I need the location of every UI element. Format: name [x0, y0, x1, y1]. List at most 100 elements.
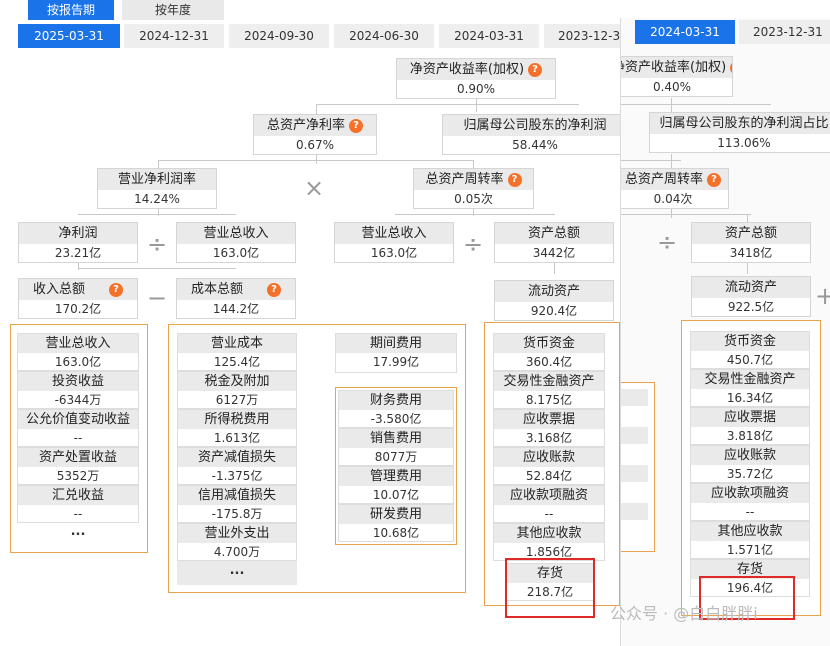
- net-profit-margin-node[interactable]: 营业净利润率 14.24%: [97, 168, 217, 209]
- asset-item-label: 交易性金融资产: [494, 372, 604, 391]
- more-indicator[interactable]: ...: [17, 523, 139, 545]
- net-profit-value: 23.21亿: [54, 246, 102, 260]
- date-tab-2023-12-31[interactable]: 2023-12-31: [739, 20, 830, 44]
- expense-item: 财务费用 -3.580亿: [338, 390, 454, 428]
- stub-bar: [621, 465, 648, 482]
- total-assets-label: 资产总额: [692, 223, 810, 244]
- help-icon[interactable]: ?: [730, 60, 732, 75]
- total-cost-label: 成本总额: [190, 282, 243, 297]
- help-icon[interactable]: ?: [707, 172, 721, 187]
- total-revenue-node[interactable]: 营业总收入 163.0亿: [176, 222, 296, 263]
- asset-item-value: --: [544, 507, 554, 521]
- expense-item: 管理费用 10.07亿: [338, 466, 454, 504]
- connector-line: [747, 262, 748, 274]
- help-icon[interactable]: ?: [507, 172, 522, 187]
- asset-item: 应收账款 35.72亿: [690, 445, 810, 483]
- expense-breakdown-group: 财务费用 -3.580亿 销售费用 8077万 管理费用 10.07亿 研发费用 10.…: [335, 387, 457, 545]
- cost-item: 资产减值损失 -1.375亿: [177, 447, 297, 485]
- total-revenue-node[interactable]: 营业总收入 163.0亿: [334, 222, 454, 263]
- expense-item-value: 8077万: [374, 450, 418, 464]
- total-income-node[interactable]: 收入总额? 170.2亿: [18, 278, 138, 319]
- connector-line: [473, 160, 474, 168]
- total-assets-node[interactable]: 资产总额 3418亿: [691, 222, 811, 263]
- cost-item-value: 1.613亿: [213, 431, 261, 445]
- expense-item-label: 研发费用: [339, 505, 453, 524]
- stub-bar: [621, 389, 648, 406]
- cost-item: 信用减值损失 -175.8万: [177, 485, 297, 523]
- divide-operator: ÷: [462, 230, 484, 258]
- cost-item-label: 营业成本: [178, 334, 296, 353]
- help-icon[interactable]: ?: [349, 118, 363, 133]
- connector-line: [671, 208, 672, 218]
- asset-item-value: 3.168亿: [525, 431, 573, 445]
- roe-node[interactable]: 净资产收益率(加权)? 0.40%: [620, 56, 733, 97]
- connector-line: [316, 104, 579, 105]
- period-expenses-value: 17.99亿: [372, 355, 420, 369]
- date-tab-2023-12-31[interactable]: 2023-12-31: [544, 24, 622, 48]
- watermark: 公众号 · @白白胖胖i: [610, 604, 758, 623]
- date-tab-2024-12-31[interactable]: 2024-12-31: [124, 24, 224, 48]
- income-item-value: --: [73, 507, 83, 521]
- asset-item-label: 交易性金融资产: [691, 370, 809, 389]
- cost-item-label: 所得税费用: [178, 410, 296, 429]
- current-assets-node[interactable]: 流动资产 922.5亿: [691, 276, 811, 317]
- parent-net-profit-node[interactable]: 归属母公司股东的净利润占比 113.06%: [649, 112, 830, 153]
- date-tab-2024-09-30[interactable]: 2024-09-30: [229, 24, 329, 48]
- asset-item-label: 应收票据: [691, 408, 809, 427]
- asset-item: 应收款项融资 --: [690, 483, 810, 521]
- roe-label: 净资产收益率(加权): [409, 62, 525, 77]
- total-revenue-value: 163.0亿: [212, 246, 260, 260]
- roa-value: 0.67%: [295, 138, 335, 152]
- tab-by-report-period[interactable]: 按报告期: [28, 0, 114, 20]
- date-tab-2024-03-31[interactable]: 2024-03-31: [439, 24, 539, 48]
- help-icon[interactable]: ?: [267, 282, 281, 297]
- expense-item: 销售费用 8077万: [338, 428, 454, 466]
- asset-item: 交易性金融资产 16.34亿: [690, 369, 810, 407]
- help-icon[interactable]: ?: [109, 282, 123, 297]
- asset-item-value: 16.34亿: [726, 391, 774, 405]
- asset-item-value: 3.818亿: [726, 429, 774, 443]
- cost-item-value: 6127万: [215, 393, 259, 407]
- roe-node[interactable]: 净资产收益率(加权)? 0.90%: [396, 58, 556, 99]
- date-tab-2024-03-31[interactable]: 2024-03-31: [635, 20, 735, 44]
- roe-label: 净资产收益率(加权): [620, 60, 727, 75]
- current-assets-node[interactable]: 流动资产 920.4亿: [494, 280, 614, 321]
- connector-line: [78, 268, 236, 269]
- parent-net-profit-value: 113.06%: [717, 136, 771, 150]
- parent-net-profit-label: 归属母公司股东的净利润: [443, 115, 622, 136]
- date-tab-2025-03-31[interactable]: 2025-03-31: [18, 24, 120, 48]
- income-item-value: 163.0亿: [54, 355, 102, 369]
- asset-item-label: 应收账款: [494, 448, 604, 467]
- period-expenses-node[interactable]: 期间费用 17.99亿: [335, 333, 457, 373]
- net-profit-node[interactable]: 净利润 23.21亿: [18, 222, 138, 263]
- date-tab-2024-06-30[interactable]: 2024-06-30: [334, 24, 434, 48]
- total-assets-value: 3442亿: [532, 246, 576, 260]
- divide-operator: ÷: [146, 230, 168, 258]
- asset-item: 货币资金 450.7亿: [690, 331, 810, 369]
- connector-line: [621, 104, 771, 105]
- help-icon[interactable]: ?: [528, 62, 543, 77]
- more-indicator[interactable]: ...: [177, 561, 297, 585]
- asset-turnover-node[interactable]: 总资产周转率? 0.05次: [413, 168, 534, 209]
- connector-line: [621, 160, 681, 161]
- total-revenue-label: 营业总收入: [335, 223, 453, 244]
- connector-line: [476, 98, 477, 112]
- asset-item-label: 应收款项融资: [494, 486, 604, 505]
- asset-turnover-node[interactable]: 总资产周转率? 0.04次: [621, 168, 729, 209]
- cost-item-value: -175.8万: [211, 507, 263, 521]
- total-assets-node[interactable]: 资产总额 3442亿: [494, 222, 614, 263]
- plus-operator: +: [813, 284, 830, 308]
- income-item-label: 投资收益: [18, 372, 138, 391]
- asset-item-value: 450.7亿: [726, 353, 774, 367]
- roa-node[interactable]: 总资产净利率? 0.67%: [253, 114, 377, 155]
- minus-operator: −: [146, 284, 168, 312]
- asset-item: 应收票据 3.168亿: [493, 409, 605, 447]
- connector-line: [395, 214, 555, 215]
- asset-item-value: 1.571亿: [726, 543, 774, 557]
- tab-by-year[interactable]: 按年度: [122, 0, 224, 20]
- total-cost-node[interactable]: 成本总额? 144.2亿: [176, 278, 296, 319]
- roe-value: 0.40%: [652, 80, 692, 94]
- connector-line: [158, 160, 159, 168]
- expense-item-label: 销售费用: [339, 429, 453, 448]
- parent-net-profit-node[interactable]: 归属母公司股东的净利润 58.44%: [442, 114, 622, 155]
